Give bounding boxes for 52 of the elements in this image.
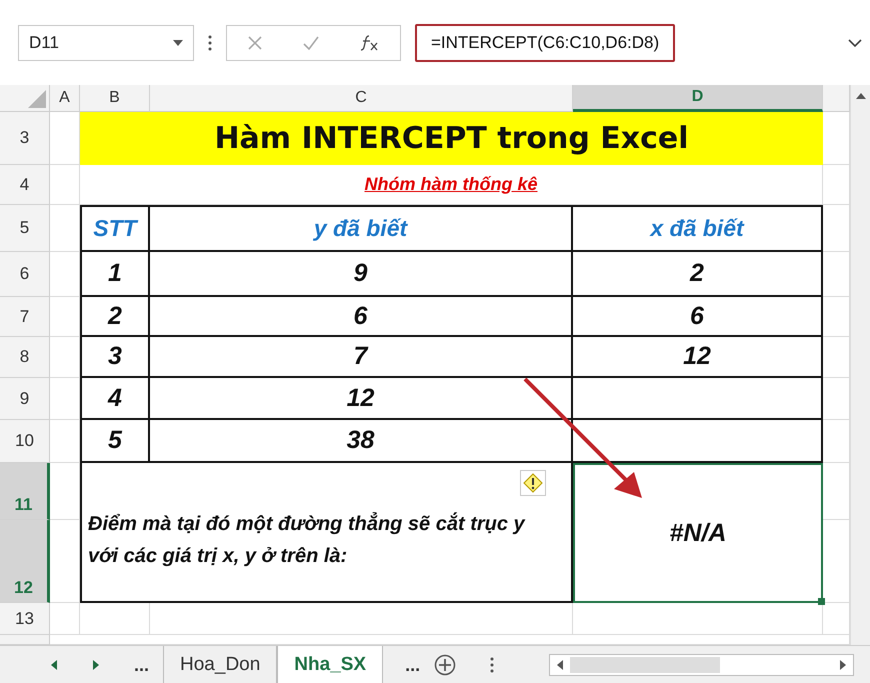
row-header[interactable]: 8 — [0, 337, 50, 378]
row-header[interactable]: 10 — [0, 420, 50, 463]
sheet-title: Hàm INTERCEPT trong Excel — [80, 112, 823, 165]
sheet-tab[interactable]: Nha_SX — [277, 646, 384, 683]
formula-field[interactable]: =INTERCEPT(C6:C10,D6:D8) — [415, 24, 676, 62]
row-header[interactable]: 3 — [0, 112, 50, 165]
add-sheet-icon[interactable] — [434, 654, 456, 676]
warning-icon[interactable] — [520, 470, 546, 496]
table-cell: 7 — [150, 337, 573, 378]
row-header[interactable]: 4 — [0, 165, 50, 205]
table-cell: 6 — [573, 297, 823, 337]
table-cell: 3 — [80, 337, 150, 378]
horizontal-scrollbar[interactable] — [549, 654, 854, 676]
more-sheets-button[interactable]: ... — [134, 654, 150, 676]
column-header[interactable]: D — [573, 85, 823, 112]
expand-icon[interactable] — [848, 38, 862, 46]
table-header: x đã biết — [573, 205, 823, 252]
more-icon[interactable] — [208, 34, 212, 50]
table-cell: 2 — [573, 252, 823, 297]
table-cell: 4 — [80, 378, 150, 420]
table-cell: 5 — [80, 420, 150, 463]
table-cell: 38 — [150, 420, 573, 463]
prev-sheet-icon[interactable] — [50, 660, 58, 670]
table-cell: 9 — [150, 252, 573, 297]
table-cell: 12 — [150, 378, 573, 420]
table-header: STT — [80, 205, 150, 252]
row-header[interactable]: 6 — [0, 252, 50, 297]
column-header[interactable]: A — [50, 85, 80, 112]
dropdown-icon — [173, 40, 183, 46]
row-header[interactable]: 5 — [0, 205, 50, 252]
column-header[interactable]: C — [150, 85, 573, 112]
scroll-left-icon[interactable] — [556, 660, 564, 670]
table-header: y đã biết — [150, 205, 573, 252]
check-icon[interactable] — [302, 36, 318, 50]
result-cell[interactable]: #N/A — [573, 463, 823, 603]
next-sheet-icon[interactable] — [92, 660, 100, 670]
row-header[interactable]: 9 — [0, 378, 50, 420]
sheet-subtitle: Nhóm hàm thống kê — [364, 174, 538, 195]
row-header[interactable]: 13 — [0, 603, 50, 635]
more-sheets-button[interactable]: ... — [405, 654, 420, 676]
more-icon[interactable] — [490, 657, 494, 673]
function-icon[interactable] — [360, 34, 380, 50]
table-cell: 1 — [80, 252, 150, 297]
table-cell: 12 — [573, 337, 823, 378]
row-header[interactable]: 12 — [0, 520, 50, 603]
row-header[interactable]: 7 — [0, 297, 50, 337]
row-header[interactable]: 11 — [0, 463, 50, 520]
column-header[interactable]: B — [80, 85, 150, 112]
table-cell: 6 — [150, 297, 573, 337]
scroll-right-icon[interactable] — [839, 660, 847, 670]
table-cell: 2 — [80, 297, 150, 337]
name-box[interactable]: D11 — [18, 24, 194, 60]
